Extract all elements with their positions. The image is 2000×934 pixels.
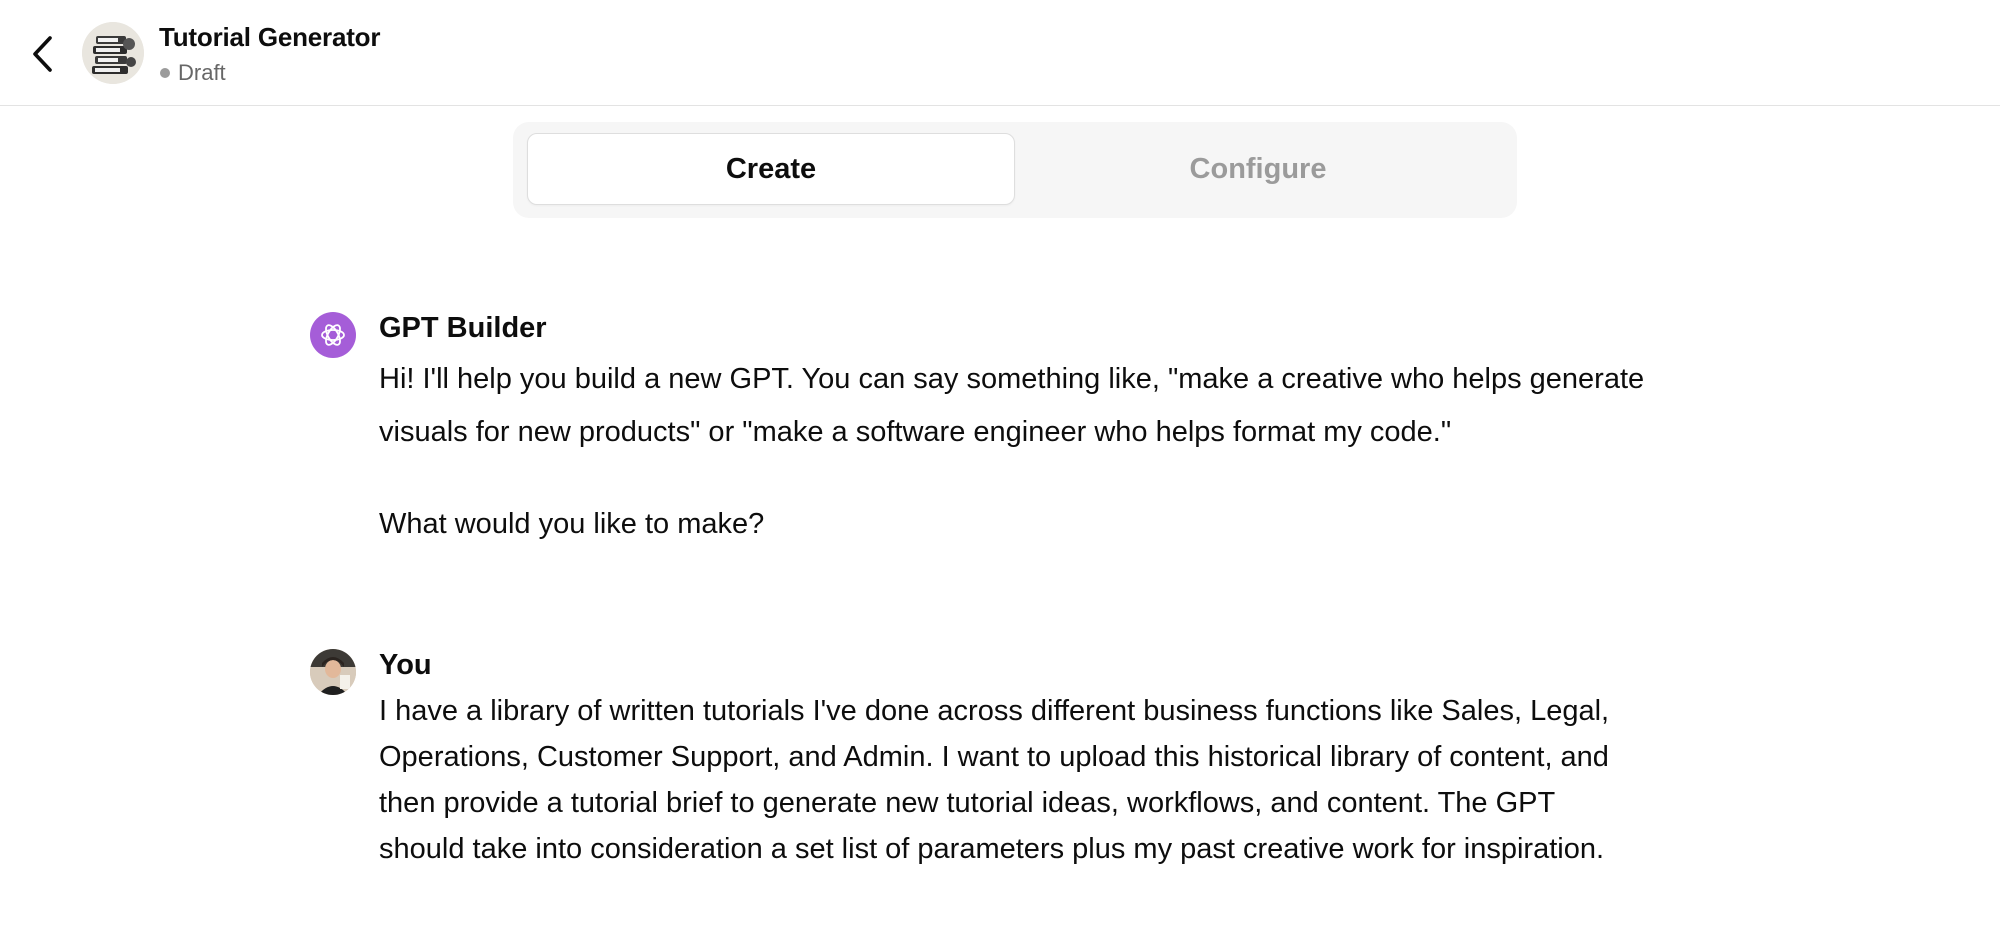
status-dot-icon [160, 68, 170, 78]
message-author: GPT Builder [379, 312, 547, 344]
gpt-avatar [82, 22, 144, 84]
message-line: Operations, Customer Support, and Admin.… [379, 741, 1609, 773]
tab-create[interactable]: Create [527, 133, 1015, 205]
gpt-name: Tutorial Generator [159, 22, 381, 52]
tab-configure[interactable]: Configure [1014, 133, 1502, 205]
message-line: visuals for new products" or "make a sof… [379, 416, 1452, 448]
status-badge: Draft [159, 60, 226, 86]
message-line: should take into consideration a set lis… [379, 833, 1605, 865]
openai-logo-icon [310, 312, 356, 358]
back-button[interactable] [22, 30, 64, 78]
mode-tabs: Create Configure [513, 122, 1517, 218]
message-line: I have a library of written tutorials I'… [379, 695, 1610, 727]
message-line: then provide a tutorial brief to generat… [379, 787, 1556, 819]
status-label: Draft [178, 60, 226, 85]
message-line: What would you like to make? [379, 508, 765, 540]
top-bar: Tutorial Generator Draft [0, 0, 2000, 106]
message-line: Hi! I'll help you build a new GPT. You c… [379, 363, 1645, 395]
message-author: You [379, 649, 432, 681]
user-avatar [310, 649, 356, 695]
chevron-left-icon [33, 36, 52, 72]
